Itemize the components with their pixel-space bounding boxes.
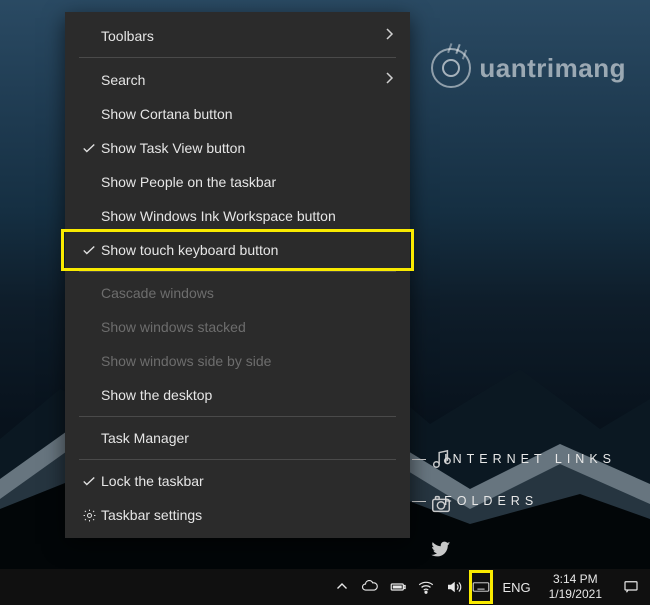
divider-dash <box>412 459 426 460</box>
check-icon <box>77 474 101 488</box>
menu-item-show-people[interactable]: Show People on the taskbar <box>65 165 410 199</box>
menu-item-windows-stacked: Show windows stacked <box>65 310 410 344</box>
menu-item-cascade-windows: Cascade windows <box>65 276 410 310</box>
watermark-text: uantrimang <box>479 53 626 84</box>
menu-label: Show Windows Ink Workspace button <box>101 208 394 224</box>
taskbar[interactable]: ENG 3:14 PM 1/19/2021 <box>0 569 650 605</box>
wifi-icon[interactable] <box>412 569 440 605</box>
menu-separator <box>79 459 396 460</box>
gear-icon <box>77 508 101 523</box>
volume-icon[interactable] <box>440 569 468 605</box>
menu-label: Toolbars <box>101 28 384 44</box>
menu-separator <box>79 57 396 58</box>
touch-keyboard-icon[interactable] <box>468 569 494 605</box>
chevron-right-icon <box>384 27 394 44</box>
camera-icon <box>430 493 452 520</box>
tray-overflow-chevron[interactable] <box>328 569 356 605</box>
social-icon-column <box>430 448 452 565</box>
menu-item-toolbars[interactable]: Toolbars <box>65 18 410 53</box>
menu-item-show-task-view[interactable]: Show Task View button <box>65 131 410 165</box>
menu-item-task-manager[interactable]: Task Manager <box>65 421 410 455</box>
menu-separator <box>79 416 396 417</box>
action-center-icon[interactable] <box>612 569 650 605</box>
menu-label: Task Manager <box>101 430 394 446</box>
menu-label: Show windows stacked <box>101 319 394 335</box>
check-icon <box>77 141 101 155</box>
check-icon <box>77 243 101 257</box>
menu-label: Taskbar settings <box>101 507 394 523</box>
menu-item-show-cortana[interactable]: Show Cortana button <box>65 97 410 131</box>
chevron-right-icon <box>384 71 394 88</box>
taskbar-context-menu[interactable]: Toolbars Search Show Cortana button Show… <box>65 12 410 538</box>
menu-label: Show People on the taskbar <box>101 174 394 190</box>
menu-label: Cascade windows <box>101 285 394 301</box>
menu-label: Show Task View button <box>101 140 394 156</box>
menu-item-taskbar-settings[interactable]: Taskbar settings <box>65 498 410 532</box>
music-note-icon <box>430 448 452 475</box>
menu-label: Search <box>101 72 384 88</box>
menu-item-show-touch-keyboard[interactable]: Show touch keyboard button <box>65 233 410 267</box>
menu-label: Lock the taskbar <box>101 473 394 489</box>
divider-dash <box>412 501 426 502</box>
menu-label: Show windows side by side <box>101 353 394 369</box>
menu-separator <box>79 271 396 272</box>
menu-item-show-ink[interactable]: Show Windows Ink Workspace button <box>65 199 410 233</box>
menu-item-show-desktop[interactable]: Show the desktop <box>65 378 410 412</box>
menu-item-windows-side-by-side: Show windows side by side <box>65 344 410 378</box>
system-tray: ENG 3:14 PM 1/19/2021 <box>328 569 650 605</box>
clock-date: 1/19/2021 <box>549 587 602 602</box>
label-internet-links: INTERNET LINKS <box>444 452 616 466</box>
label-folders: FOLDERS <box>444 494 538 508</box>
battery-icon[interactable] <box>384 569 412 605</box>
taskbar-clock[interactable]: 3:14 PM 1/19/2021 <box>539 572 612 602</box>
onedrive-icon[interactable] <box>356 569 384 605</box>
language-indicator[interactable]: ENG <box>494 569 538 605</box>
menu-item-search[interactable]: Search <box>65 62 410 97</box>
watermark-bulb-icon <box>431 48 471 88</box>
menu-label: Show Cortana button <box>101 106 394 122</box>
twitter-icon <box>430 538 452 565</box>
menu-label: Show touch keyboard button <box>101 242 394 258</box>
clock-time: 3:14 PM <box>549 572 602 587</box>
menu-item-lock-taskbar[interactable]: Lock the taskbar <box>65 464 410 498</box>
watermark: uantrimang <box>431 48 626 88</box>
language-text: ENG <box>502 580 530 595</box>
menu-label: Show the desktop <box>101 387 394 403</box>
